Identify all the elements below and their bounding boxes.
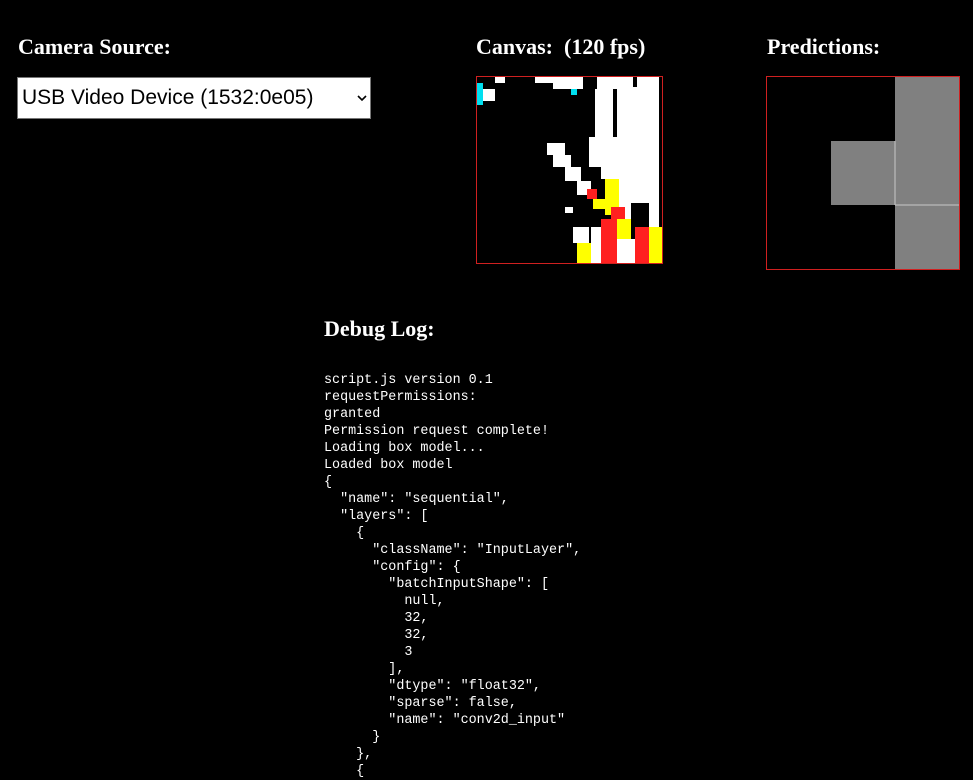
debug-log-line: "config": {: [324, 560, 461, 575]
debug-log-line: }: [324, 730, 381, 745]
debug-log-line: {: [324, 526, 365, 541]
camera-canvas: [476, 76, 663, 264]
debug-log-line: "sparse": false,: [324, 696, 517, 711]
camera-source-selected-value: USB Video Device (1532:0e05): [22, 86, 314, 109]
debug-log-heading: Debug Log:: [324, 316, 435, 341]
camera-source-select[interactable]: USB Video Device (1532:0e05): [17, 77, 371, 119]
predictions-grid: [767, 77, 959, 269]
debug-log-line: "layers": [: [324, 509, 429, 524]
debug-log-line: "name": "sequential",: [324, 492, 509, 507]
debug-log-line: granted: [324, 407, 381, 422]
prediction-cell: [895, 205, 959, 269]
debug-log-line: Loading box model...: [324, 441, 485, 456]
camera-frame-image: [477, 77, 662, 263]
debug-log-line: ],: [324, 662, 405, 677]
debug-log-line: requestPermissions:: [324, 390, 477, 405]
prediction-cell: [895, 77, 959, 205]
chevron-down-icon: [356, 92, 368, 104]
debug-log-line: "batchInputShape": [: [324, 577, 549, 592]
debug-log-line: },: [324, 747, 373, 762]
debug-log-line: "dtype": "float32",: [324, 679, 541, 694]
debug-log-line: 32,: [324, 611, 429, 626]
debug-log: script.js version 0.1 requestPermissions…: [324, 372, 581, 780]
debug-log-line: null,: [324, 594, 445, 609]
debug-log-line: 3: [324, 645, 413, 660]
debug-log-line: script.js version 0.1: [324, 373, 493, 388]
debug-log-line: "className": "InputLayer",: [324, 543, 582, 558]
debug-log-line: Loaded box model: [324, 458, 453, 473]
prediction-cell: [831, 141, 895, 205]
debug-log-line: "name": "conv2d_input": [324, 713, 566, 728]
debug-log-line: {: [324, 475, 333, 490]
predictions-heading: Predictions:: [767, 34, 881, 59]
camera-source-heading: Camera Source:: [18, 34, 171, 59]
debug-log-line: 32,: [324, 628, 429, 643]
debug-log-line: Permission request complete!: [324, 424, 549, 439]
canvas-heading: Canvas: (120 fps): [476, 34, 646, 59]
predictions-canvas: [766, 76, 960, 270]
debug-log-line: {: [324, 764, 365, 779]
